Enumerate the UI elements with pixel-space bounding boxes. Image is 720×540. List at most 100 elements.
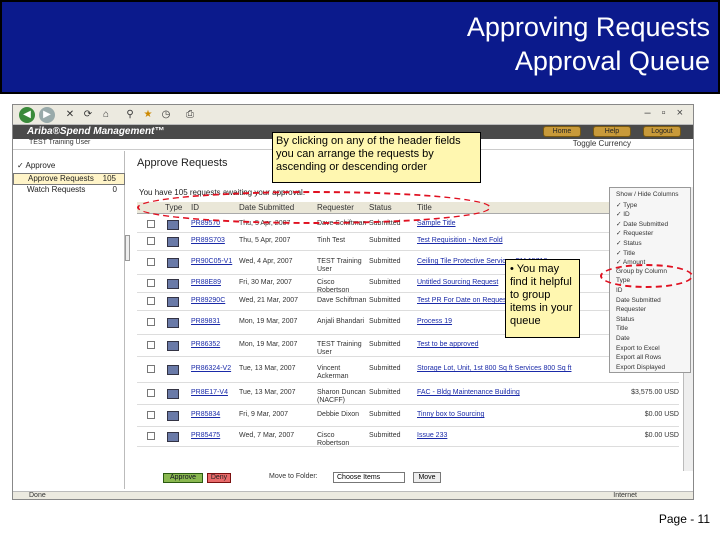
table-row[interactable]: PR86352 Mon, 19 Mar, 2007 TEST Training Us…: [137, 335, 679, 357]
request-title-link[interactable]: Issue 233: [417, 432, 597, 440]
menu-item[interactable]: Title: [616, 325, 628, 332]
request-amount: $0.00 USD: [644, 411, 679, 418]
request-type-icon: [167, 389, 179, 399]
row-checkbox[interactable]: [147, 411, 155, 419]
approve-button[interactable]: Approve: [163, 473, 203, 483]
menu-item[interactable]: Export Displayed: [616, 364, 665, 371]
home-icon[interactable]: ⌂: [99, 108, 113, 122]
request-title-link[interactable]: Tinny box to Sourcing: [417, 411, 597, 419]
request-id-link[interactable]: PR8E17-V4: [191, 389, 237, 397]
table-row[interactable]: PR8E17-V4 Tue, 13 Mar, 2007 Sharon Duncan …: [137, 383, 679, 405]
status-text: Submitted: [369, 389, 401, 396]
ariba-logo: Ariba®Spend Management™: [27, 126, 165, 137]
row-checkbox[interactable]: [147, 389, 155, 397]
request-title-link[interactable]: Sample Title: [417, 220, 597, 228]
row-checkbox[interactable]: [147, 318, 155, 326]
menu-item[interactable]: Date: [616, 335, 630, 342]
logout-button[interactable]: Logout: [643, 126, 681, 137]
request-amount: $0.00 USD: [644, 432, 679, 439]
move-button[interactable]: Move: [413, 472, 441, 483]
requester-name: Debbie Dixon: [317, 411, 360, 418]
table-row[interactable]: PR89290C Wed, 21 Mar, 2007 Dave Schiftman S…: [137, 293, 679, 311]
request-id-link[interactable]: PR85475: [191, 432, 237, 440]
menu-item[interactable]: ✓ Title: [616, 249, 635, 257]
menu-item[interactable]: ✓ Status: [616, 239, 642, 247]
requester-name: Tinh Test: [317, 237, 346, 244]
request-id-link[interactable]: PR89831: [191, 318, 237, 326]
requester-name: Cisco Robertson: [317, 432, 350, 447]
requester-name: Dave Schiftman: [317, 297, 367, 304]
menu-item[interactable]: Show / Hide Columns: [616, 191, 679, 198]
row-checkbox[interactable]: [147, 341, 155, 349]
window-controls[interactable]: – ▫ ×: [644, 107, 687, 119]
request-id-link[interactable]: PR90C05-V1: [191, 258, 237, 266]
menu-item[interactable]: ✓ ID: [616, 210, 630, 218]
requester-name: TEST Training User: [317, 258, 362, 273]
deny-button[interactable]: Deny: [207, 473, 231, 483]
menu-item[interactable]: ✓ Date Submitted: [616, 220, 668, 228]
sidebar-splitter[interactable]: [125, 235, 130, 261]
table-row[interactable]: PR89S703 Thu, 5 Apr, 2007 Tinh Test Submitt…: [137, 233, 679, 251]
refresh-icon[interactable]: ⟳: [81, 108, 95, 122]
menu-item[interactable]: Export to Excel: [616, 345, 660, 352]
request-type-icon: [167, 258, 179, 268]
back-icon[interactable]: ◀: [19, 107, 35, 123]
request-id-link[interactable]: PR89290C: [191, 297, 237, 305]
row-checkbox[interactable]: [147, 279, 155, 287]
row-checkbox[interactable]: [147, 237, 155, 245]
row-checkbox[interactable]: [147, 258, 155, 266]
sidebar-item-approve-requests[interactable]: Approve Requests 105: [13, 173, 125, 185]
home-button[interactable]: Home: [543, 126, 581, 137]
toggle-currency-link[interactable]: Toggle Currency: [573, 139, 631, 148]
row-checkbox[interactable]: [147, 432, 155, 440]
favorites-icon[interactable]: ★: [141, 108, 155, 122]
request-title-link[interactable]: FAC - Bldg Maintenance Building: [417, 389, 597, 397]
row-checkbox[interactable]: [147, 365, 155, 373]
sidebar-item-count: 0: [112, 185, 117, 194]
table-row[interactable]: PR88E89 Fri, 30 Mar, 2007 Cisco Robertson S…: [137, 275, 679, 294]
slide-banner: Approving Requests Approval Queue: [0, 0, 720, 94]
table-row[interactable]: PR85834 Fri, 9 Mar, 2007 Debbie Dixon Submi…: [137, 405, 679, 427]
request-id-link[interactable]: PR88E89: [191, 279, 237, 287]
stop-icon[interactable]: ✕: [63, 108, 77, 122]
menu-item[interactable]: Status: [616, 316, 634, 323]
help-button[interactable]: Help: [593, 126, 631, 137]
table-row[interactable]: PR86324-V2 Tue, 13 Mar, 2007 Vincent Acker…: [137, 357, 679, 383]
request-id-link[interactable]: PR86324-V2: [191, 365, 237, 373]
forward-icon[interactable]: ▶: [39, 107, 55, 123]
history-icon[interactable]: ◷: [159, 108, 173, 122]
sidebar-item-watch-requests[interactable]: Watch Requests 0: [13, 185, 125, 197]
row-checkbox[interactable]: [147, 297, 155, 305]
menu-item[interactable]: Date Submitted: [616, 297, 661, 304]
sidebar-heading[interactable]: ✓ Approve: [17, 161, 55, 170]
request-title-link[interactable]: Test Requisition - Next Fold: [417, 237, 597, 245]
sidebar-item-count: 105: [102, 174, 116, 183]
table-row[interactable]: PR89831 Mon, 19 Mar, 2007 Anjali Bhandari S…: [137, 311, 679, 335]
request-id-link[interactable]: PR89S703: [191, 237, 237, 245]
header-sort-callout: By clicking on any of the header fields …: [272, 132, 481, 183]
group-items-callout: • You may find it helpful to group items…: [505, 259, 580, 338]
sidebar-item-label: Approve Requests: [28, 174, 94, 183]
print-icon[interactable]: ⎙: [183, 108, 197, 122]
menu-item[interactable]: ✓ Type: [616, 201, 637, 209]
status-text: Submitted: [369, 432, 401, 439]
menu-item[interactable]: ✓ Requester: [616, 229, 653, 237]
request-title-link[interactable]: Storage Lot, Unit, 1st 800 Sq ft Service…: [417, 365, 597, 373]
request-id-link[interactable]: PR86352: [191, 341, 237, 349]
status-text: Done: [29, 492, 46, 499]
row-checkbox[interactable]: [147, 220, 155, 228]
request-type-icon: [167, 297, 179, 307]
request-id-link[interactable]: PR85834: [191, 411, 237, 419]
table-row[interactable]: PR85475 Wed, 7 Mar, 2007 Cisco Robertson Su…: [137, 427, 679, 447]
status-text: Submitted: [369, 237, 401, 244]
status-text: Submitted: [369, 258, 401, 265]
menu-item[interactable]: Requester: [616, 306, 646, 313]
table-row[interactable]: PR90C05-V1 Wed, 4 Apr, 2007 TEST Training …: [137, 251, 679, 275]
slide-title: Approving Requests: [466, 12, 710, 42]
folder-select[interactable]: Choose Items: [333, 472, 405, 483]
date-submitted: Wed, 4 Apr, 2007: [239, 258, 293, 265]
search-icon[interactable]: ⚲: [123, 108, 137, 122]
request-title-link[interactable]: Test to be approved: [417, 341, 597, 349]
menu-item[interactable]: ID: [616, 287, 623, 294]
menu-item[interactable]: Export all Rows: [616, 354, 661, 361]
